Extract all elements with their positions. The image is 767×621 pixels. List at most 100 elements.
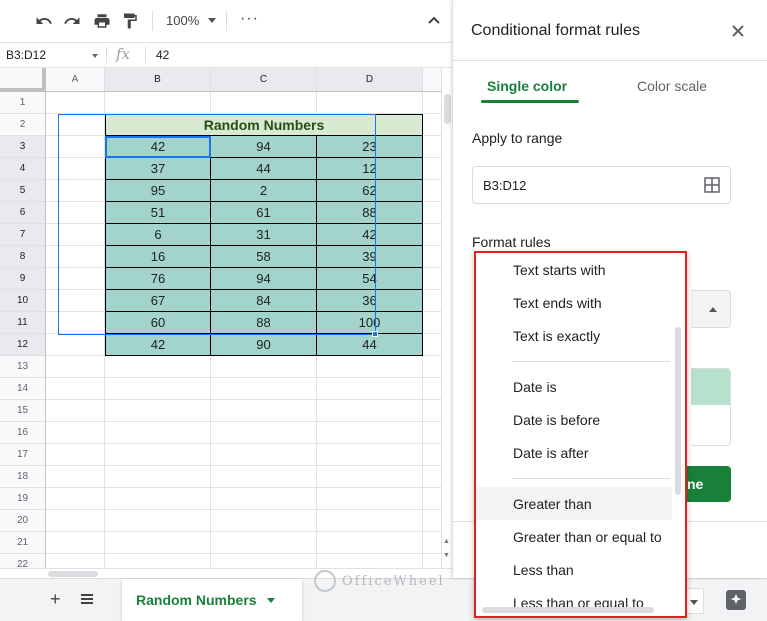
paint-format-icon[interactable] (118, 9, 142, 33)
data-cell[interactable]: 94 (211, 268, 317, 290)
cell[interactable] (423, 92, 441, 114)
table-title-cell[interactable]: Random Numbers (105, 114, 423, 136)
scroll-thumb[interactable] (48, 571, 98, 577)
data-cell[interactable]: 61 (211, 202, 317, 224)
cell[interactable] (423, 246, 441, 268)
range-input[interactable]: B3:D12 (472, 166, 731, 204)
cell[interactable] (317, 510, 423, 532)
row-header[interactable]: 3 (0, 136, 46, 158)
cell[interactable] (211, 92, 317, 114)
cell[interactable] (211, 422, 317, 444)
row-header[interactable]: 4 (0, 158, 46, 180)
cell[interactable] (423, 158, 441, 180)
formula-input[interactable]: 42 (156, 48, 169, 62)
cell[interactable] (46, 114, 105, 136)
scroll-down-arrow[interactable]: ▼ (441, 552, 452, 564)
cell[interactable] (211, 466, 317, 488)
data-cell[interactable]: 2 (211, 180, 317, 202)
cell[interactable] (105, 378, 211, 400)
cell[interactable] (46, 136, 105, 158)
cell[interactable] (46, 400, 105, 422)
data-cell[interactable]: 42 (317, 224, 423, 246)
cell[interactable] (46, 466, 105, 488)
cell[interactable] (423, 510, 441, 532)
column-header-c[interactable]: C (211, 68, 317, 92)
undo-icon[interactable] (32, 9, 56, 33)
cell[interactable] (423, 532, 441, 554)
cell[interactable] (423, 114, 441, 136)
cell[interactable] (211, 554, 317, 568)
cell[interactable] (423, 422, 441, 444)
cell[interactable] (317, 356, 423, 378)
data-cell[interactable]: 60 (105, 312, 211, 334)
row-header[interactable]: 14 (0, 378, 46, 400)
more-options-button[interactable]: ··· (240, 10, 259, 28)
row-header[interactable]: 20 (0, 510, 46, 532)
cell[interactable] (46, 312, 105, 334)
cell[interactable] (46, 444, 105, 466)
row-header[interactable]: 11 (0, 312, 46, 334)
menu-item[interactable]: Greater than (476, 487, 672, 520)
data-cell[interactable]: 76 (105, 268, 211, 290)
data-cell[interactable]: 39 (317, 246, 423, 268)
tab-color-scale[interactable]: Color scale (637, 78, 707, 94)
menu-item[interactable]: Text starts with (476, 253, 672, 286)
row-header[interactable]: 6 (0, 202, 46, 224)
cell[interactable] (105, 422, 211, 444)
data-cell[interactable]: 42 (105, 136, 211, 158)
data-cell[interactable]: 67 (105, 290, 211, 312)
scroll-up-arrow[interactable]: ▲ (441, 538, 452, 550)
cell[interactable] (105, 554, 211, 568)
menu-item[interactable]: Date is (476, 370, 672, 403)
cell[interactable] (423, 224, 441, 246)
cell[interactable] (105, 400, 211, 422)
select-all-corner[interactable] (0, 68, 46, 92)
cell[interactable] (423, 136, 441, 158)
cell[interactable] (46, 356, 105, 378)
cell[interactable] (105, 510, 211, 532)
cell[interactable] (46, 554, 105, 568)
data-cell[interactable]: 95 (105, 180, 211, 202)
chevron-down-icon[interactable] (266, 597, 275, 603)
cell[interactable] (423, 466, 441, 488)
row-header[interactable]: 2 (0, 114, 46, 136)
data-cell[interactable]: 37 (105, 158, 211, 180)
row-header[interactable]: 17 (0, 444, 46, 466)
cell[interactable] (46, 158, 105, 180)
cell[interactable] (423, 356, 441, 378)
cell[interactable] (423, 400, 441, 422)
cell[interactable] (317, 378, 423, 400)
cell[interactable] (211, 378, 317, 400)
cell[interactable] (105, 488, 211, 510)
cell[interactable] (46, 290, 105, 312)
add-sheet-button[interactable]: + (50, 589, 61, 610)
cell[interactable] (423, 290, 441, 312)
scroll-thumb[interactable] (444, 94, 451, 124)
menu-scrollbar[interactable] (675, 327, 681, 495)
data-cell[interactable]: 88 (317, 202, 423, 224)
row-header[interactable]: 7 (0, 224, 46, 246)
cell[interactable] (423, 268, 441, 290)
cell[interactable] (423, 554, 441, 568)
chevron-down-icon[interactable] (92, 54, 98, 58)
cell[interactable] (105, 444, 211, 466)
cell[interactable] (105, 92, 211, 114)
explore-button[interactable] (726, 590, 746, 610)
row-header[interactable]: 22 (0, 554, 46, 568)
menu-item[interactable]: Less than or equal to (476, 586, 672, 616)
zoom-select[interactable]: 100% (166, 13, 199, 28)
cell[interactable] (46, 180, 105, 202)
cell[interactable] (423, 180, 441, 202)
data-cell[interactable]: 23 (317, 136, 423, 158)
row-header[interactable]: 12 (0, 334, 46, 356)
cell[interactable] (317, 444, 423, 466)
row-header[interactable]: 19 (0, 488, 46, 510)
cell[interactable] (423, 334, 441, 356)
cell[interactable] (317, 532, 423, 554)
column-header-d[interactable]: D (317, 68, 423, 92)
select-range-icon[interactable] (704, 177, 720, 193)
data-cell[interactable]: 44 (317, 334, 423, 356)
cell[interactable] (46, 510, 105, 532)
menu-horizontal-scrollbar[interactable] (482, 607, 654, 613)
row-header[interactable]: 10 (0, 290, 46, 312)
